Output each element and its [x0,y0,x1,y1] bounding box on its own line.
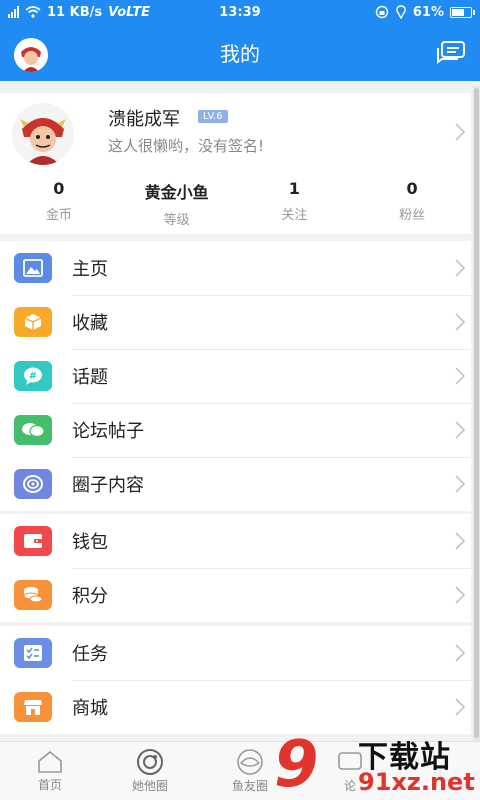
lock-rotate-icon [375,5,389,19]
stat-value: 黄金小鱼 [144,183,209,202]
ring-icon [137,748,163,775]
menu-item-home[interactable]: 主页 [0,241,471,295]
menu-group-tasks: 任务 商城 [0,626,471,734]
watermark-logo: 9 下载站 91xz.net [274,730,480,800]
watermark-url: 91xz.net [358,768,475,796]
stat-label: 粉丝 [399,208,426,223]
menu-item-topics[interactable]: # 话题 [0,349,471,403]
home-icon [38,750,62,773]
username: 溃能成军 [108,109,180,130]
task-list-icon [14,638,52,668]
message-icon[interactable] [436,40,466,66]
chevron-right-icon [455,259,465,277]
signal-icon [8,6,19,18]
stats-row: 0 金币 黄金小鱼 等级 1 关注 0 粉丝 [0,179,471,228]
chevron-right-icon [455,367,465,385]
network-speed: 11 KB/s [47,4,103,20]
menu-label: 积分 [72,586,108,607]
image-icon [14,253,52,283]
chevron-right-icon [455,586,465,604]
screen: 11 KB/s VoLTE 13:39 61% 我的 溃能成军 LV.6 这人很… [0,0,480,800]
stat-following[interactable]: 1 关注 [236,179,354,228]
menu-label: 任务 [72,644,108,665]
hashtag-bubble-icon: # [14,361,52,391]
menu-item-store[interactable]: 商城 [0,680,471,734]
stat-label: 金币 [45,208,72,223]
tab-label: 鱼友圈 [231,778,268,793]
volte-label: VoLTE [108,4,151,20]
stat-value: 1 [288,179,300,198]
watermark-digit: 9 [274,728,319,800]
menu-group-main: 主页 收藏 # 话题 论坛帖子 圈子内容 [0,241,471,511]
status-bar: 11 KB/s VoLTE 13:39 61% [0,0,480,24]
menu-label: 圈子内容 [72,475,144,496]
stat-value: 0 [406,179,418,198]
stat-level[interactable]: 黄金小鱼 等级 [118,179,236,228]
eye-circle-icon [237,748,263,775]
app-bar: 我的 [0,24,480,81]
battery-icon [450,6,475,18]
menu-label: 话题 [72,367,108,388]
wifi-icon [25,6,41,18]
chevron-right-icon [455,532,465,550]
stat-coins[interactable]: 0 金币 [0,179,118,228]
chevron-right-icon [455,698,465,716]
tab-label: 首页 [37,777,62,792]
page-title: 我的 [220,42,260,66]
battery-percent: 61% [412,4,444,20]
stat-value: 0 [53,179,65,198]
svg-text:#: # [29,371,37,382]
chevron-right-icon [455,123,465,141]
chevron-right-icon [455,421,465,439]
menu-label: 论坛帖子 [72,421,144,442]
chevron-right-icon [455,313,465,331]
tab-label: 她他圈 [131,778,168,793]
chevron-right-icon [455,475,465,493]
menu-label: 主页 [72,259,108,280]
menu-item-favorites[interactable]: 收藏 [0,295,471,349]
signature: 这人很懒哟，没有签名! [108,137,265,155]
scrollbar-thumb[interactable] [474,88,479,738]
menu-label: 商城 [72,698,108,719]
stat-fans[interactable]: 0 粉丝 [353,179,471,228]
chat-bubbles-icon [14,415,52,445]
profile-card[interactable]: 溃能成军 LV.6 这人很懒哟，没有签名! 0 金币 黄金小鱼 等级 1 关注 … [0,93,471,234]
menu-group-wallet: 钱包 积分 [0,514,471,622]
coins-icon [14,580,52,610]
stat-label: 关注 [281,208,308,223]
circle-swirl-icon [14,469,52,499]
level-badge: LV.6 [198,110,228,123]
scrollbar[interactable] [473,86,480,741]
menu-item-wallet[interactable]: 钱包 [0,514,471,568]
chevron-right-icon [455,644,465,662]
tab-home[interactable]: 首页 [0,742,100,800]
menu-item-circle-content[interactable]: 圈子内容 [0,457,471,511]
tab-tata-circle[interactable]: 她他圈 [100,742,200,800]
store-icon [14,692,52,722]
avatar-small[interactable] [14,38,48,72]
location-icon [396,5,406,19]
stat-label: 等级 [163,213,190,228]
box-icon [14,307,52,337]
wallet-icon [14,526,52,556]
avatar[interactable] [12,103,74,165]
menu-label: 钱包 [72,532,108,553]
menu-item-tasks[interactable]: 任务 [0,626,471,680]
menu-item-forum-posts[interactable]: 论坛帖子 [0,403,471,457]
menu-item-points[interactable]: 积分 [0,568,471,622]
menu-label: 收藏 [72,313,108,334]
